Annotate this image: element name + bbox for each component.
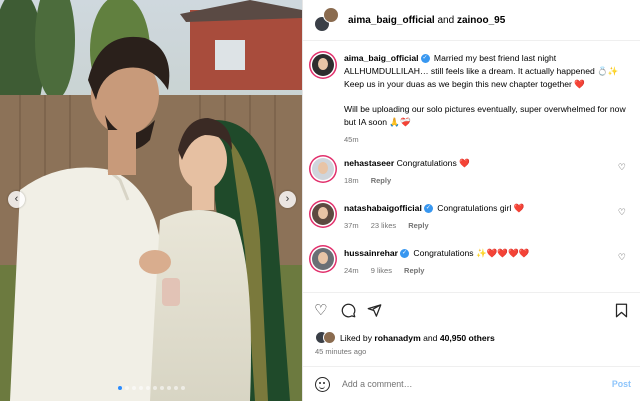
comment-time[interactable]: 37m — [344, 221, 359, 230]
comment-time[interactable]: 18m — [344, 176, 359, 185]
post-comment-button[interactable]: Post — [612, 379, 631, 389]
carousel-dot — [166, 386, 171, 390]
chevron-right-icon: › — [285, 193, 290, 205]
avatar-face — [318, 207, 328, 219]
emoji-icon[interactable] — [315, 376, 330, 392]
comment-likes-count[interactable]: 23 likes — [371, 221, 396, 230]
post-caption: aima_baig_official ✓ Married my best frie… — [312, 52, 632, 146]
reply-button[interactable]: Reply — [371, 176, 391, 185]
comment-like-heart-icon[interactable]: ♡ — [618, 252, 626, 263]
caption-timestamp[interactable]: 45m — [344, 133, 632, 146]
send-icon[interactable] — [367, 303, 382, 321]
comment-emoji: ✨❤️❤️❤️❤️ — [475, 248, 530, 258]
likes-joiner: and — [423, 332, 438, 343]
carousel-next-button[interactable]: › — [279, 191, 296, 208]
comment-composer: Post — [303, 366, 640, 401]
carousel-dot — [145, 386, 150, 390]
comment-username-link[interactable]: hussainrehar — [344, 248, 398, 258]
comment-item: nehastaseer Congratulations ❤️ 18m Reply… — [312, 157, 636, 187]
reply-button[interactable]: Reply — [408, 221, 428, 230]
verified-badge-icon: ✓ — [423, 204, 433, 214]
avatar[interactable] — [312, 203, 334, 225]
avatar[interactable] — [312, 248, 334, 270]
post-detail-panel: aima_baig_official and zainoo_95 aima_ba… — [302, 0, 640, 401]
carousel-dot — [173, 386, 178, 390]
carousel-dot — [131, 386, 136, 390]
chevron-left-icon: ‹ — [14, 193, 19, 205]
carousel-dot — [180, 386, 185, 390]
avatar — [323, 331, 336, 344]
author-username-link[interactable]: aima_baig_official — [348, 15, 435, 26]
likes-summary: Liked by rohanadym and 40,950 others — [315, 331, 495, 344]
comment-input[interactable] — [342, 379, 582, 389]
collab-authors: aima_baig_official and zainoo_95 — [348, 15, 505, 26]
collab-avatars[interactable] — [314, 7, 340, 33]
verified-badge-icon: ✓ — [399, 249, 409, 259]
avatar-face — [318, 252, 328, 264]
comment-time[interactable]: 24m — [344, 266, 359, 275]
comment-item: hussainrehar ✓ Congratulations ✨❤️❤️❤️❤️ … — [312, 247, 636, 277]
comment-like-heart-icon[interactable]: ♡ — [618, 162, 626, 173]
reply-button[interactable]: Reply — [404, 266, 424, 275]
comment-username-link[interactable]: nehastaseer — [344, 158, 394, 168]
post-header: aima_baig_official and zainoo_95 — [303, 0, 640, 41]
carousel-dot — [124, 386, 129, 390]
post-media[interactable]: ‹ › — [0, 0, 302, 401]
carousel-indicator — [0, 386, 302, 390]
carousel-dot — [159, 386, 164, 390]
bookmark-icon[interactable] — [615, 303, 628, 321]
comment-text: Congratulations girl — [437, 203, 512, 213]
comment-likes-count[interactable]: 9 likes — [371, 266, 392, 275]
comment-emoji: ❤️ — [459, 158, 470, 168]
caption-text-2: Will be uploading our solo pictures even… — [344, 104, 626, 127]
coauthor-username-link[interactable]: zainoo_95 — [457, 15, 505, 26]
avatar[interactable] — [312, 54, 334, 76]
likes-prefix: Liked by — [340, 332, 373, 343]
comment-item: natashabaigofficial ✓ Congratulations gir… — [312, 202, 636, 232]
carousel-prev-button[interactable]: ‹ — [8, 191, 25, 208]
verified-badge-icon: ✓ — [420, 54, 430, 64]
likes-count-link[interactable]: 40,950 others — [440, 333, 495, 343]
carousel-dot — [117, 386, 122, 390]
avatar[interactable] — [312, 158, 334, 180]
comment-emoji: ❤️ — [513, 203, 525, 213]
comment-icon[interactable] — [341, 303, 356, 321]
heart-icon[interactable]: ♡ — [314, 303, 327, 318]
comment-text: Congratulations — [413, 248, 474, 258]
comment-like-heart-icon[interactable]: ♡ — [618, 207, 626, 218]
comment-username-link[interactable]: natashabaigofficial — [344, 203, 422, 213]
comment-text: Congratulations — [396, 158, 457, 168]
authors-joiner: and — [437, 14, 455, 26]
wedding-photo — [0, 0, 302, 401]
carousel-dot — [152, 386, 157, 390]
avatar — [323, 7, 339, 23]
post-timestamp[interactable]: 45 minutes ago — [315, 347, 366, 356]
carousel-dot — [138, 386, 143, 390]
avatar-face — [318, 162, 328, 174]
liker-username-link[interactable]: rohanadym — [374, 333, 420, 343]
avatar-face — [318, 58, 328, 70]
caption-username-link[interactable]: aima_baig_official — [344, 53, 419, 63]
